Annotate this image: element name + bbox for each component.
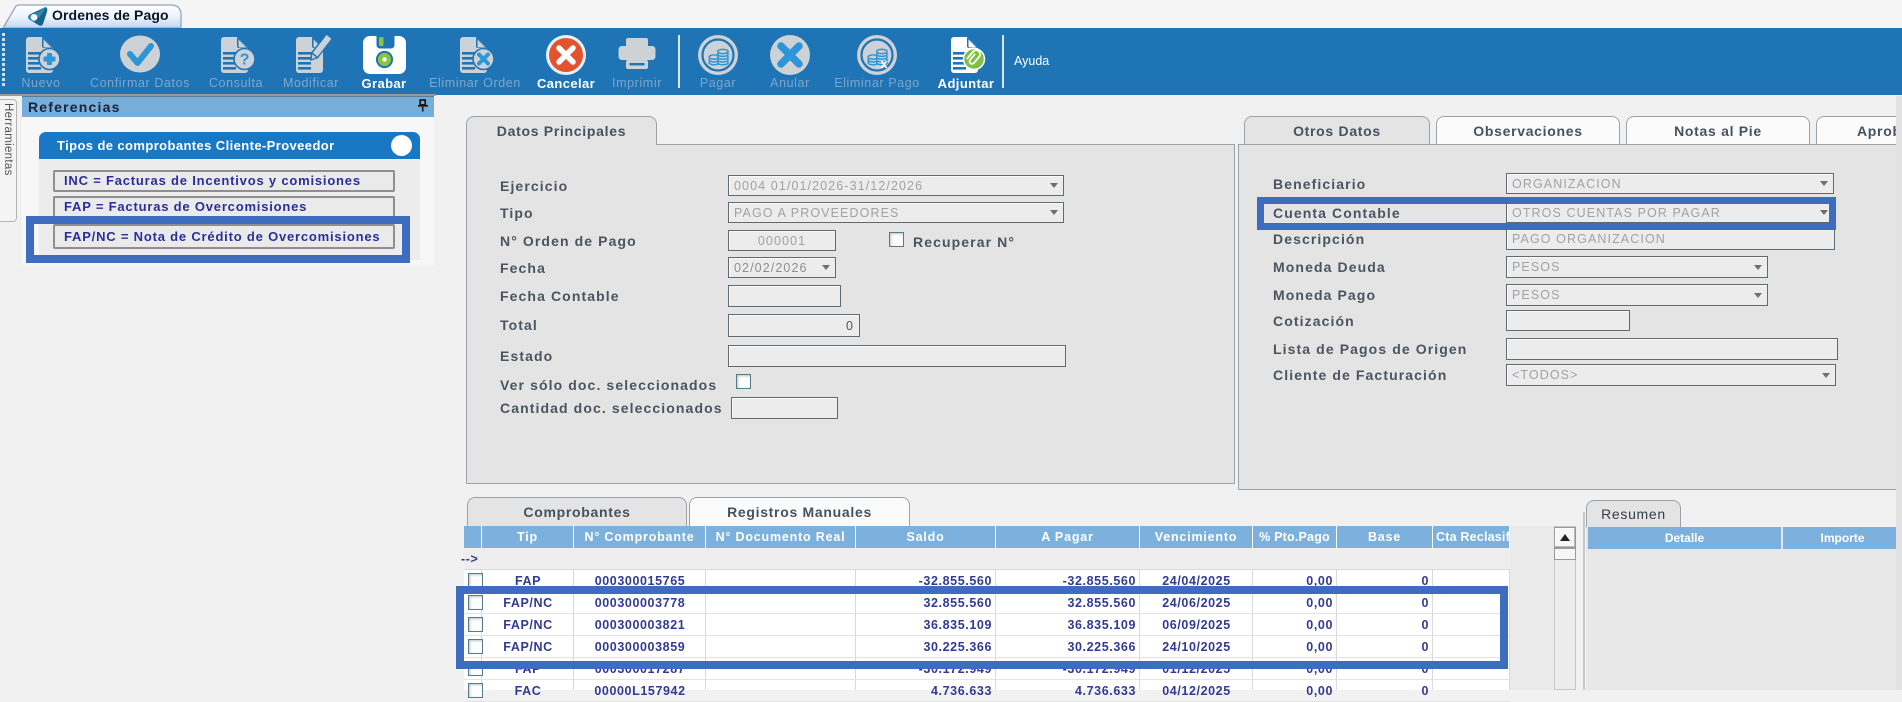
svg-text:?: ?	[240, 52, 250, 69]
svg-text:x: x	[880, 56, 888, 71]
